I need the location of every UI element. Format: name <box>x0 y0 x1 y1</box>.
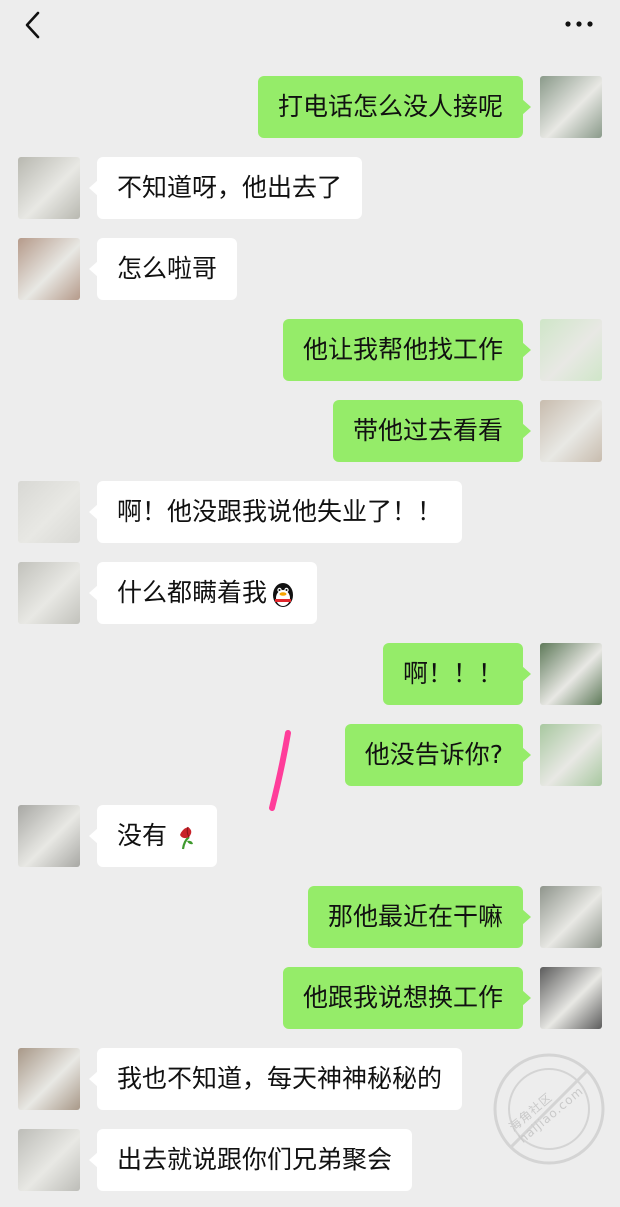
message-row: 那他最近在干嘛 <box>0 886 620 950</box>
outgoing-bubble[interactable]: 那他最近在干嘛 <box>307 886 532 948</box>
message-text: 打电话怎么没人接呢 <box>277 92 503 121</box>
contact-avatar[interactable] <box>18 805 80 867</box>
message-row: 啊！！！ <box>0 643 620 707</box>
message-text: 带他过去看看 <box>352 416 503 445</box>
message-text: 啊！他没跟我说他失业了！！ <box>117 497 443 526</box>
message-text: 他跟我说想换工作 <box>302 983 503 1012</box>
contact-avatar[interactable] <box>18 481 80 543</box>
self-avatar[interactable] <box>540 967 602 1029</box>
outgoing-bubble[interactable]: 打电话怎么没人接呢 <box>257 76 532 138</box>
message-row: 他没告诉你? <box>0 724 620 788</box>
contact-avatar[interactable] <box>18 1048 80 1110</box>
message-text: 啊！！！ <box>402 659 503 688</box>
incoming-bubble[interactable]: 什么都瞒着我 <box>88 562 318 624</box>
message-text: 不知道呀，他出去了 <box>117 173 343 202</box>
message-text: 什么都瞒着我 <box>117 578 268 607</box>
wilted-rose-icon <box>180 826 194 850</box>
message-text: 怎么啦哥 <box>117 254 218 283</box>
self-avatar[interactable] <box>540 886 602 948</box>
incoming-bubble[interactable]: 怎么啦哥 <box>88 238 238 300</box>
contact-avatar[interactable] <box>18 238 80 300</box>
chat-header <box>0 0 620 56</box>
message-row: 什么都瞒着我 <box>0 562 620 626</box>
message-text: 那他最近在干嘛 <box>327 902 503 931</box>
more-dots-icon[interactable] <box>564 20 594 28</box>
incoming-bubble[interactable]: 出去就说跟你们兄弟聚会 <box>88 1129 413 1191</box>
message-row: 没有 <box>0 805 620 869</box>
qq-penguin-icon <box>273 583 294 607</box>
outgoing-bubble[interactable]: 他跟我说想换工作 <box>282 967 532 1029</box>
message-text: 出去就说跟你们兄弟聚会 <box>117 1145 393 1174</box>
message-row: 不知道呀，他出去了 <box>0 157 620 221</box>
pink-annotation-stroke <box>269 730 291 811</box>
outgoing-bubble[interactable]: 啊！！！ <box>382 643 532 705</box>
message-text: 他让我帮他找工作 <box>302 335 503 364</box>
incoming-bubble[interactable]: 我也不知道，每天神神秘秘的 <box>88 1048 463 1110</box>
contact-avatar[interactable] <box>18 157 80 219</box>
incoming-bubble[interactable]: 没有 <box>88 805 218 867</box>
message-text: 他没告诉你? <box>364 740 503 769</box>
message-row: 打电话怎么没人接呢 <box>0 76 620 140</box>
self-avatar[interactable] <box>540 319 602 381</box>
contact-avatar[interactable] <box>18 562 80 624</box>
message-row: 他跟我说想换工作 <box>0 967 620 1031</box>
message-text: 我也不知道，每天神神秘秘的 <box>117 1064 443 1093</box>
contact-avatar[interactable] <box>18 1129 80 1191</box>
message-row: 他让我帮他找工作 <box>0 319 620 383</box>
incoming-bubble[interactable]: 不知道呀，他出去了 <box>88 157 363 219</box>
message-row: 啊！他没跟我说他失业了！！ <box>0 481 620 545</box>
self-avatar[interactable] <box>540 76 602 138</box>
outgoing-bubble[interactable]: 带他过去看看 <box>332 400 532 462</box>
incoming-bubble[interactable]: 啊！他没跟我说他失业了！！ <box>88 481 463 543</box>
self-avatar[interactable] <box>540 643 602 705</box>
message-text: 没有 <box>117 821 168 850</box>
self-avatar[interactable] <box>540 724 602 786</box>
outgoing-bubble[interactable]: 他让我帮他找工作 <box>282 319 532 381</box>
chevron-left-icon[interactable] <box>18 10 48 40</box>
message-row: 怎么啦哥 <box>0 238 620 302</box>
message-row: 带他过去看看 <box>0 400 620 464</box>
self-avatar[interactable] <box>540 400 602 462</box>
outgoing-bubble[interactable]: 他没告诉你? <box>344 724 532 786</box>
